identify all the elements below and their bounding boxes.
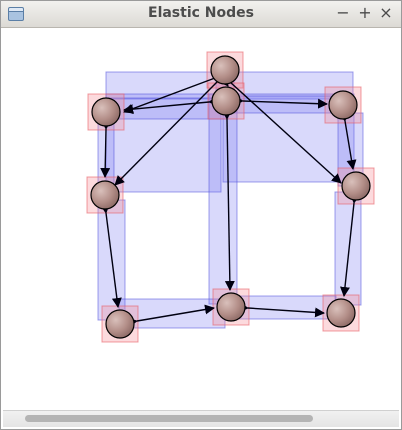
maximize-button[interactable]: + (356, 4, 374, 22)
edge-box (208, 93, 238, 305)
maximize-icon: + (358, 3, 372, 22)
edge (100, 119, 112, 178)
graph-node[interactable] (341, 171, 371, 201)
graph-node[interactable] (211, 86, 241, 116)
graph-node[interactable] (328, 90, 358, 120)
edge-box (334, 191, 362, 306)
minimize-icon: − (336, 3, 350, 22)
graph-canvas[interactable] (2, 28, 400, 408)
graph-node[interactable] (91, 97, 121, 127)
window-icon (8, 7, 24, 21)
graph-view[interactable] (2, 28, 400, 408)
close-icon: × (379, 3, 393, 22)
close-button[interactable]: × (377, 4, 395, 22)
title-bar[interactable]: Elastic Nodes − + × (1, 1, 401, 28)
graph-node[interactable] (90, 180, 120, 210)
elastic-nodes-window: Elastic Nodes − + × (0, 0, 402, 430)
scrollbar-thumb[interactable] (25, 415, 313, 422)
minimize-button[interactable]: − (334, 4, 352, 22)
graph-node[interactable] (326, 298, 356, 328)
graph-node[interactable] (210, 55, 240, 85)
horizontal-scrollbar[interactable] (3, 410, 399, 427)
graph-node[interactable] (216, 292, 246, 322)
graph-node[interactable] (105, 309, 135, 339)
